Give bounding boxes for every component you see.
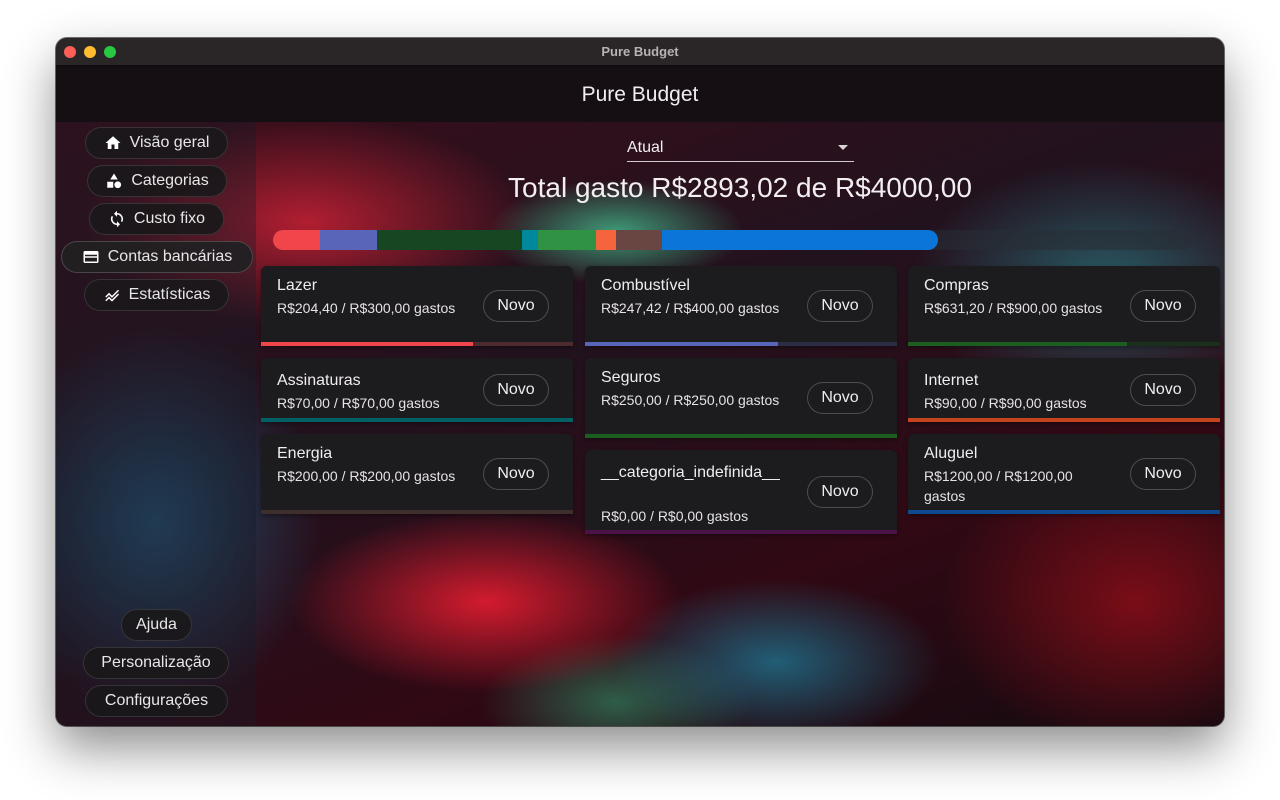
sidebar-item-contas-bancarias[interactable]: Contas bancárias [61, 241, 253, 273]
category-progress-bar [261, 510, 573, 514]
sidebar-item-label: Configurações [104, 692, 209, 709]
new-expense-button[interactable]: Novo [1130, 290, 1196, 322]
budget-segment-energia [616, 230, 663, 250]
budget-segment-seguros [538, 230, 596, 250]
minimize-window-button[interactable] [84, 46, 96, 58]
category-card[interactable]: Energia R$200,00 / R$200,00 gastos Novo [261, 434, 573, 514]
budget-segment-lazer [273, 230, 320, 250]
category-card[interactable]: Compras R$631,20 / R$900,00 gastos Novo [908, 266, 1220, 346]
sidebar-item-categorias[interactable]: Categorias [87, 165, 227, 197]
category-progress-bar [261, 342, 573, 346]
category-amount: R$0,00 / R$0,00 gastos [601, 508, 749, 524]
category-progress-bar [585, 530, 897, 534]
app-title: Pure Budget [581, 82, 699, 106]
new-expense-button[interactable]: Novo [807, 476, 873, 508]
budget-progress-bar [273, 230, 1193, 250]
category-progress-bar [908, 418, 1220, 422]
category-progress-bar [261, 418, 573, 422]
category-progress-fill [585, 342, 779, 346]
chart-line-icon [104, 289, 119, 302]
category-card[interactable]: Lazer R$204,40 / R$300,00 gastos Novo [261, 266, 573, 346]
category-amount: R$1200,00 / R$1200,00 gastos [924, 468, 1073, 504]
category-progress-fill [261, 418, 573, 422]
category-amount: R$70,00 / R$70,00 gastos [277, 395, 440, 411]
category-name: __categoria_indefinida__ [601, 464, 780, 481]
new-expense-button[interactable]: Novo [807, 290, 873, 322]
wallet-icon [83, 251, 99, 263]
category-progress-bar [908, 510, 1220, 514]
new-expense-button[interactable]: Novo [1130, 458, 1196, 490]
period-dropdown-value: Atual [627, 138, 664, 156]
new-expense-button[interactable]: Novo [483, 374, 549, 406]
sidebar-item-ajuda[interactable]: Ajuda [121, 609, 192, 641]
category-progress-fill [908, 418, 1220, 422]
category-card[interactable]: __categoria_indefinida__ R$0,00 / R$0,00… [585, 450, 897, 534]
category-progress-fill [261, 510, 573, 514]
category-progress-fill [585, 434, 897, 438]
sidebar-item-label: Personalização [101, 654, 211, 671]
new-expense-button[interactable]: Novo [483, 290, 549, 322]
app-bar: Pure Budget [56, 67, 1224, 122]
title-bar: Pure Budget [56, 38, 1224, 66]
maximize-window-button[interactable] [104, 46, 116, 58]
sidebar-item-estatisticas[interactable]: Estatísticas [84, 279, 229, 311]
sidebar-item-custo-fixo[interactable]: Custo fixo [89, 203, 224, 235]
budget-segment-assinaturas [522, 230, 539, 250]
chevron-down-icon [838, 145, 848, 150]
category-card[interactable]: Seguros R$250,00 / R$250,00 gastos Novo [585, 358, 897, 438]
category-amount: R$204,40 / R$300,00 gastos [277, 300, 456, 316]
new-expense-button[interactable]: Novo [807, 382, 873, 414]
sidebar-item-personalizacao[interactable]: Personalização [83, 647, 229, 679]
budget-segment-compras [376, 230, 523, 250]
category-name: Internet [924, 372, 979, 389]
total-spent-heading: Total gasto R$2893,02 de R$4000,00 [508, 172, 972, 203]
sidebar-item-label: Ajuda [136, 616, 177, 633]
category-name: Lazer [277, 277, 318, 294]
refresh-icon [110, 210, 123, 228]
category-name: Energia [277, 445, 333, 462]
budget-segment-aluguel [662, 230, 939, 250]
category-name: Assinaturas [277, 372, 361, 389]
app-window: Pure Budget Pure Budget Visão geral Cate… [56, 38, 1224, 726]
category-amount: R$631,20 / R$900,00 gastos [924, 300, 1103, 316]
category-amount: R$250,00 / R$250,00 gastos [601, 392, 780, 408]
shapes-icon [107, 173, 122, 189]
sidebar-item-label: Categorias [131, 172, 209, 189]
category-progress-bar [585, 434, 897, 438]
category-progress-fill [261, 342, 474, 346]
home-icon [105, 136, 121, 149]
sidebar-item-label: Contas bancárias [107, 248, 233, 265]
sidebar-item-label: Estatísticas [128, 286, 211, 303]
window-title: Pure Budget [601, 44, 679, 59]
category-name: Combustível [601, 277, 690, 294]
category-card[interactable]: Internet R$90,00 / R$90,00 gastos Novo [908, 358, 1220, 422]
sidebar: Visão geral Categorias Custo fixo Contas… [56, 122, 256, 726]
category-amount: R$90,00 / R$90,00 gastos [924, 395, 1087, 411]
category-amount: R$247,42 / R$400,00 gastos [601, 300, 780, 316]
new-expense-button[interactable]: Novo [483, 458, 549, 490]
category-progress-bar [908, 342, 1220, 346]
sidebar-item-visao-geral[interactable]: Visão geral [85, 127, 228, 159]
category-amount: R$200,00 / R$200,00 gastos [277, 468, 456, 484]
category-card[interactable]: Combustível R$247,42 / R$400,00 gastos N… [585, 266, 897, 346]
category-card[interactable]: Aluguel R$1200,00 / R$1200,00 gastos Nov… [908, 434, 1220, 514]
new-expense-button[interactable]: Novo [1130, 374, 1196, 406]
category-progress-fill [908, 510, 1220, 514]
category-progress-bar [585, 342, 897, 346]
sidebar-item-configuracoes[interactable]: Configurações [85, 685, 228, 717]
sidebar-item-label: Visão geral [129, 134, 210, 151]
budget-segment-combust-vel [320, 230, 377, 250]
category-name: Aluguel [924, 445, 978, 462]
close-window-button[interactable] [64, 46, 76, 58]
category-progress-fill [908, 342, 1127, 346]
period-dropdown[interactable]: Atual [627, 134, 854, 162]
category-name: Compras [924, 277, 989, 294]
category-card[interactable]: Assinaturas R$70,00 / R$70,00 gastos Nov… [261, 358, 573, 422]
category-progress-fill [585, 530, 897, 534]
category-name: Seguros [601, 369, 661, 386]
budget-segment-internet [595, 230, 617, 250]
sidebar-item-label: Custo fixo [133, 210, 206, 227]
